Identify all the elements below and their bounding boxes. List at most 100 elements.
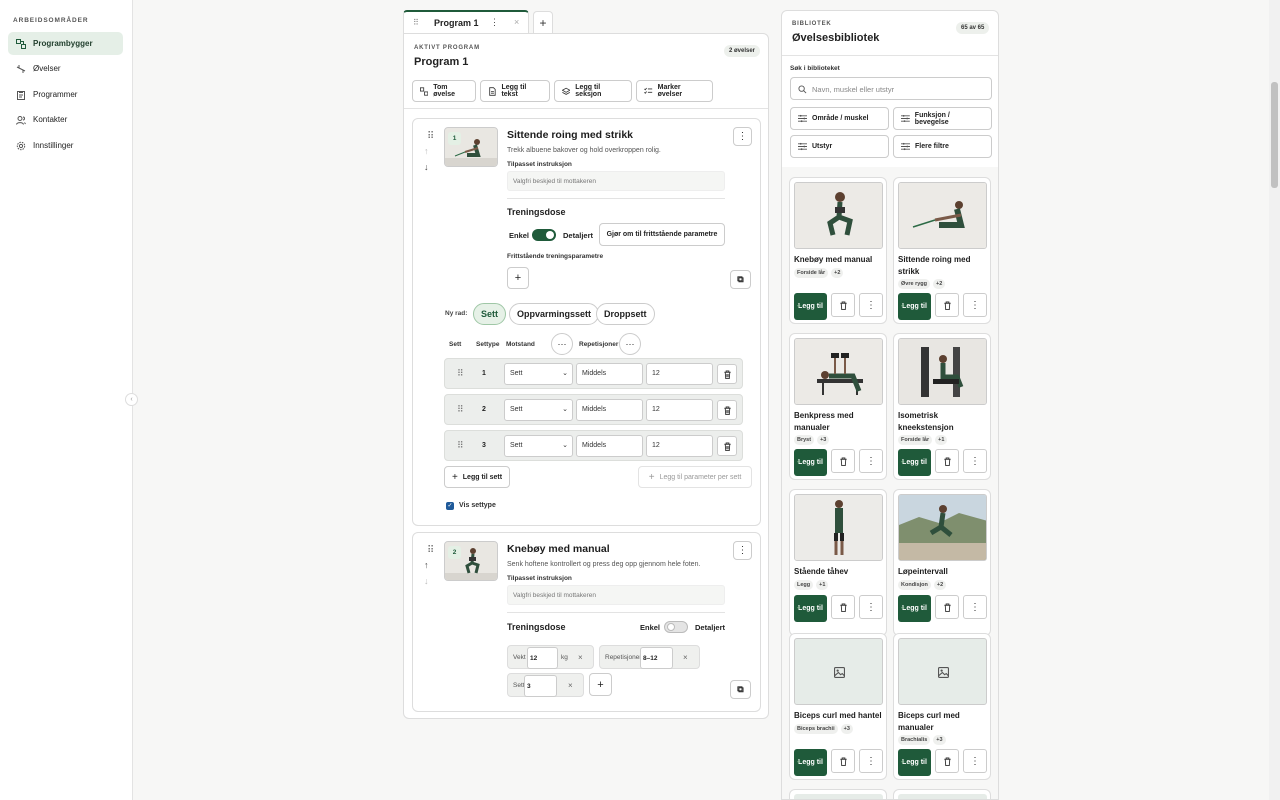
dose-mode-toggle[interactable] [664, 621, 688, 633]
drag-handle-icon[interactable]: ⠿ [457, 440, 464, 451]
row-type-dropset[interactable]: Droppsett [596, 303, 655, 325]
sidebar-item-programbygger[interactable]: Programbygger [8, 32, 123, 55]
card-menu-button[interactable]: ⋮ [859, 293, 883, 317]
sidebar-item-innstillinger[interactable]: Innstillinger [8, 134, 123, 157]
drag-handle-icon[interactable]: ⠿ [457, 404, 464, 415]
delete-set-button[interactable] [717, 436, 737, 456]
exercise-menu-button[interactable]: ⋮ [733, 541, 752, 560]
add-param-per-set-button[interactable]: + Legg til parameter per sett [638, 466, 752, 488]
delete-set-button[interactable] [717, 400, 737, 420]
custom-instruction-input[interactable]: Valgfri beskjed til mottakeren [507, 585, 725, 605]
add-exercise-button[interactable]: Legg til [794, 293, 827, 320]
delete-button[interactable] [831, 749, 855, 773]
close-icon[interactable]: × [514, 17, 519, 27]
delete-button[interactable] [831, 449, 855, 473]
tab-program-1[interactable]: ⠿ Program 1 ⋮ × [403, 10, 529, 34]
add-set-button[interactable]: + Legg til sett [444, 466, 510, 488]
convert-parameters-button[interactable]: Gjør om til frittstående parametre [599, 223, 725, 246]
copy-button[interactable]: ⧉ [730, 680, 751, 699]
add-exercise-button[interactable]: Legg til [898, 595, 931, 622]
drag-handle-icon[interactable]: ⠿ [457, 368, 464, 379]
delete-button[interactable] [935, 595, 959, 619]
filter-more[interactable]: Flere filtre [893, 135, 992, 158]
card-menu-button[interactable]: ⋮ [963, 595, 987, 619]
reps-column-menu[interactable]: ⋯ [619, 333, 641, 355]
card-menu-button[interactable]: ⋮ [859, 449, 883, 473]
weight-input[interactable]: 12 [527, 647, 558, 669]
add-tab-button[interactable]: + [533, 11, 553, 33]
card-menu-button[interactable]: ⋮ [963, 749, 987, 773]
reps-input[interactable]: 12 [646, 363, 713, 385]
clear-icon[interactable]: × [578, 653, 583, 662]
library-card[interactable]: Sittende roing med strikk Øvre rygg+2 Le… [893, 177, 991, 324]
tab-menu-icon[interactable]: ⋮ [490, 17, 499, 28]
scrollbar-thumb[interactable] [1271, 82, 1278, 188]
resistance-input[interactable]: Middels [576, 435, 643, 457]
filter-function-movement[interactable]: Funksjon / bevegelse [893, 107, 992, 130]
delete-set-button[interactable] [717, 364, 737, 384]
add-param-button[interactable]: + [589, 673, 612, 696]
mark-exercises-button[interactable]: Marker øvelser [636, 80, 713, 102]
add-exercise-button[interactable]: Legg til [898, 449, 931, 476]
delete-button[interactable] [935, 293, 959, 317]
search-input[interactable]: Navn, muskel eller utstyr [790, 77, 992, 100]
row-type-sett[interactable]: Sett [473, 303, 507, 325]
move-up-icon[interactable]: ↑ [424, 561, 429, 570]
library-card[interactable] [789, 789, 887, 799]
sidebar-item-kontakter[interactable]: Kontakter [8, 108, 123, 131]
add-exercise-button[interactable]: Legg til [794, 749, 827, 776]
settype-select[interactable]: Sett ⌄ [504, 399, 573, 421]
settype-select[interactable]: Sett ⌄ [504, 363, 573, 385]
resistance-input[interactable]: Middels [576, 363, 643, 385]
reps-input[interactable]: 12 [646, 399, 713, 421]
copy-button[interactable]: ⧉ [730, 270, 751, 289]
add-exercise-button[interactable]: Legg til [898, 293, 931, 320]
add-exercise-button[interactable]: Legg til [898, 749, 931, 776]
delete-button[interactable] [831, 293, 855, 317]
collapse-sidebar-button[interactable]: ‹ [125, 393, 138, 406]
move-up-icon[interactable]: ↑ [424, 147, 429, 156]
delete-button[interactable] [935, 749, 959, 773]
reps-input[interactable]: 12 [646, 435, 713, 457]
custom-instruction-input[interactable]: Valgfri beskjed til mottakeren [507, 171, 725, 191]
library-card[interactable]: Isometrisk kneekstensjon Forside lår+1 L… [893, 333, 991, 480]
settype-select[interactable]: Sett ⌄ [504, 435, 573, 457]
resistance-input[interactable]: Middels [576, 399, 643, 421]
dose-mode-toggle[interactable] [532, 229, 556, 241]
library-card[interactable]: Biceps curl med manualer Brachialis+3 Le… [893, 633, 991, 780]
sidebar-item-programmer[interactable]: Programmer [8, 83, 123, 106]
card-menu-button[interactable]: ⋮ [963, 293, 987, 317]
library-card[interactable] [893, 789, 991, 799]
delete-button[interactable] [831, 595, 855, 619]
add-section-button[interactable]: Legg til seksjon [554, 80, 632, 102]
add-free-param-button[interactable]: + [507, 267, 529, 289]
library-card[interactable]: Knebøy med manual Forside lår+2 Legg til… [789, 177, 887, 324]
move-down-icon[interactable]: ↓ [424, 163, 429, 172]
delete-button[interactable] [935, 449, 959, 473]
add-exercise-button[interactable]: Legg til [794, 595, 827, 622]
sets-param-input[interactable]: 3 [524, 675, 557, 697]
reps-param-input[interactable]: 8–12 [640, 647, 673, 669]
sidebar-item-ovelser[interactable]: Øvelser [8, 57, 123, 80]
drag-handle-icon[interactable]: ⠿ [427, 132, 434, 142]
move-down-icon[interactable]: ↓ [424, 577, 429, 586]
filter-area-muscle[interactable]: Område / muskel [790, 107, 889, 130]
card-menu-button[interactable]: ⋮ [963, 449, 987, 473]
resistance-column-menu[interactable]: ⋯ [551, 333, 573, 355]
row-type-warmup[interactable]: Oppvarmingssett [509, 303, 600, 325]
card-menu-button[interactable]: ⋮ [859, 749, 883, 773]
exercise-menu-button[interactable]: ⋮ [733, 127, 752, 146]
library-card[interactable]: Stående tåhev Legg+1 Legg til ⋮ [789, 489, 887, 636]
add-text-button[interactable]: Legg til tekst [480, 80, 550, 102]
add-exercise-button[interactable]: Legg til [794, 449, 827, 476]
card-menu-button[interactable]: ⋮ [859, 595, 883, 619]
library-card[interactable]: Benkpress med manualer Bryst+3 Legg til ⋮ [789, 333, 887, 480]
library-card[interactable]: Løpeintervall Kondisjon+2 Legg til ⋮ [893, 489, 991, 636]
clear-icon[interactable]: × [568, 681, 573, 690]
clear-icon[interactable]: × [683, 653, 688, 662]
drag-handle-icon[interactable]: ⠿ [427, 546, 434, 556]
drag-handle-icon[interactable]: ⠿ [413, 18, 419, 27]
filter-equipment[interactable]: Utstyr [790, 135, 889, 158]
show-settype-checkbox[interactable]: ✓ [446, 502, 454, 510]
page-scrollbar[interactable] [1269, 0, 1280, 800]
